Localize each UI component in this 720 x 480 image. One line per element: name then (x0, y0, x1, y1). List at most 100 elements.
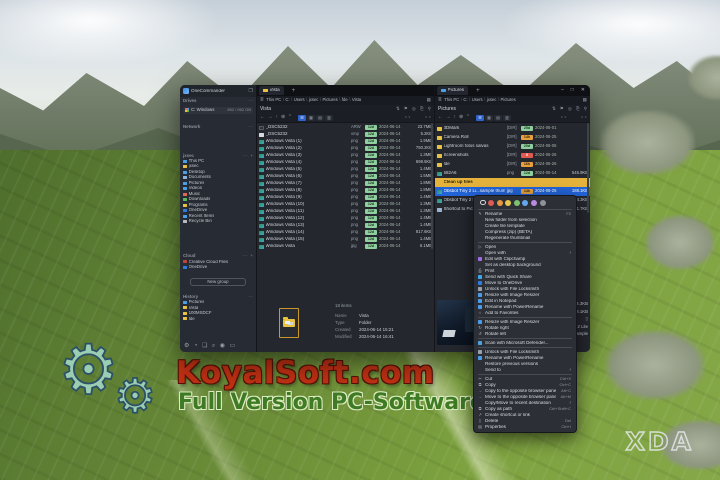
view-list-icon[interactable]: ☰ (476, 115, 485, 121)
tab-vista[interactable]: Vista (259, 86, 284, 95)
tag-color-none[interactable] (480, 199, 486, 206)
breadcrumb-segment[interactable]: Pictures (323, 98, 338, 102)
breadcrumb-segment[interactable]: This PC (266, 98, 281, 102)
file-row[interactable]: Windows Vista (2) png 12d 2024-06-14 750.2KB (257, 145, 434, 152)
back-icon[interactable]: ← (260, 115, 265, 121)
file-row[interactable]: Windows Vista (15) png 12d 2024-06-14 1.4MB (257, 236, 434, 243)
up-icon[interactable]: ↑ (454, 115, 456, 121)
sort-icon[interactable]: ⇅ (552, 107, 556, 112)
up-icon[interactable]: ↑ (276, 115, 278, 121)
sort-caret-date[interactable]: ∧ ∨ (404, 116, 410, 120)
file-row[interactable]: Screenshots [DIR] 0 2024-06-26 (435, 151, 590, 160)
history-menu-icon[interactable]: ⋯ (248, 294, 253, 300)
pin-icon[interactable]: ⚲ (428, 107, 431, 112)
view-list-icon[interactable]: ☰ (298, 115, 307, 121)
breadcrumb-segment[interactable]: Pictures (501, 98, 516, 102)
menu-item-unlock-with-file-locksmith[interactable]: Unlock with File Locksmith (474, 349, 576, 355)
grid-toggle-icon[interactable]: ▦ (583, 98, 587, 103)
sidebar-item-recent-items[interactable]: Recent Items (183, 214, 253, 219)
breadcrumb-segment[interactable]: Users (472, 98, 483, 102)
breadcrumb-segment[interactable]: Users (294, 98, 305, 102)
collapse-icon[interactable]: ⌃ (288, 115, 292, 121)
breadcrumb-segment[interactable]: C: (285, 98, 289, 102)
cloud-menu-icon[interactable]: ⋯ (243, 254, 248, 259)
close-button[interactable]: ✕ (581, 88, 585, 93)
sort-caret-size[interactable]: ∧ ∨ (581, 116, 587, 120)
sidebar-item-creative-cloud-files[interactable]: Creative Cloud Files (183, 259, 253, 264)
menu-item-send-to[interactable]: Send to › (474, 367, 576, 373)
menu-item-create-shortcut-or-link[interactable]: ↗ Create shortcut or link (474, 412, 576, 418)
file-row[interactable]: Windows Vista (3) png 12d 2024-06-14 1.3MB (257, 152, 434, 159)
clean-up-files-row[interactable]: Clean up files (435, 178, 590, 187)
menu-item-create-file-template[interactable]: Create file template (474, 223, 576, 229)
file-row[interactable]: Lightroom fotos salvas [DIR] 20d 2024-06-06 (435, 142, 590, 151)
scrollbar[interactable] (431, 123, 433, 249)
scrollbar[interactable] (587, 123, 589, 213)
sidebar-item-documents[interactable]: Documents (183, 175, 253, 180)
menu-item-open[interactable]: ▷ Open (474, 244, 576, 250)
sidebar-item-programs[interactable]: Programs (183, 203, 253, 208)
tag-color-7[interactable] (539, 199, 546, 206)
new-tab-button[interactable]: + (476, 88, 480, 94)
file-row[interactable]: Windows Vista jpg 12d 2024-06-14 6.1MB (257, 243, 434, 250)
menu-item-rename-with-powerrename[interactable]: Rename with PowerRename (474, 355, 576, 361)
sort-caret-date[interactable]: ∧ ∨ (560, 116, 566, 120)
sort-caret-size[interactable]: ∧ ∨ (425, 116, 431, 120)
menu-item-edit-in-notepad[interactable]: Edit in Notepad (474, 298, 576, 304)
menu-item-move-to-onedrive[interactable]: Move to OneDrive (474, 280, 576, 286)
file-row[interactable]: fde [DIR] 16h 2024-06-26 (435, 160, 590, 169)
menu-item-rename[interactable]: ✎ Rename F2 (474, 211, 576, 217)
tag-color-6[interactable] (531, 199, 538, 206)
maximize-button[interactable]: □ (571, 88, 574, 93)
flag-icon[interactable]: ⚑ (404, 107, 408, 112)
sidebar-item-onedrive[interactable]: OneDrive (183, 265, 253, 270)
new-folder-icon[interactable]: ⊕ (459, 115, 463, 121)
menu-item-properties[interactable]: ▤ Properties Ctrl+I (474, 424, 576, 430)
view-columns-icon[interactable]: ▥ (503, 115, 512, 121)
sidebar-item-recycle-bin[interactable]: Recycle Bin (183, 219, 253, 224)
file-row[interactable]: Windows Vista (13) png 12d 2024-06-14 1.4MB (257, 222, 434, 229)
menu-item-rotate-right[interactable]: ↻ Rotate right (474, 325, 576, 331)
breadcrumb-segment[interactable]: jxsec (309, 98, 319, 102)
new-group-button[interactable]: New group (190, 277, 246, 286)
menu-item-edit-with-clipchamp[interactable]: Edit with Clipchamp (474, 256, 576, 262)
menu-item-compress-zip-beta[interactable]: Compress (zip) (BETA) (474, 229, 576, 235)
sidebar-item-onedrive[interactable]: OneDrive (183, 208, 253, 213)
menu-item-rotate-left[interactable]: ↺ Rotate left (474, 331, 576, 337)
file-row[interactable]: 582A6 png 12d 2024-06-14 545.9KB (435, 169, 590, 178)
file-row[interactable]: Camera Roll [DIR] 14h 2024-06-25 (435, 133, 590, 142)
breadcrumb-segment[interactable]: Vista (352, 98, 361, 102)
file-row[interactable]: Windows Vista (11) png 12d 2024-06-14 1.3MB (257, 208, 434, 215)
file-row[interactable]: Windows Vista (4) png 12d 2024-06-14 698.5KB (257, 159, 434, 166)
grid-toggle-icon[interactable]: ▦ (427, 98, 431, 103)
new-tab-button[interactable]: + (292, 88, 296, 94)
sidebar-item-this-pc[interactable]: This PC (183, 159, 253, 164)
tag-color-2[interactable] (496, 199, 503, 206)
new-folder-icon[interactable]: ⊕ (281, 115, 285, 121)
toggle-layout-icon[interactable]: ❐ (249, 88, 253, 94)
collapse-icon[interactable]: ⌃ (466, 115, 470, 121)
view-grid-icon[interactable]: ▦ (485, 115, 494, 121)
minimize-button[interactable]: – (561, 88, 564, 93)
menu-item-restore-previous-versions[interactable]: Restore previous versions (474, 361, 576, 367)
file-row[interactable]: 3DMark [DIR] 25d 2024-06-01 (435, 124, 590, 133)
file-row[interactable]: Windows Vista (8) png 12d 2024-06-14 1.8MB (257, 187, 434, 194)
tag-color-5[interactable] (522, 199, 529, 206)
clipboard-icon[interactable]: ⎘ (576, 107, 580, 112)
file-row[interactable]: _DSC5232 ARW 12d 2024-06-14 23.7MB (257, 124, 434, 131)
menu-item-new-folder-from-selection[interactable]: New folder from selection (474, 217, 576, 223)
sidebar-item-music[interactable]: Music (183, 192, 253, 197)
sidebar-item-jxsec[interactable]: jxsec (183, 164, 253, 169)
breadcrumb-segment[interactable]: This PC (444, 98, 459, 102)
file-row[interactable]: Windows Vista (7) png 12d 2024-06-14 1.8MB (257, 180, 434, 187)
breadcrumb-segment[interactable]: fde (342, 98, 348, 102)
view-grid-icon[interactable]: ▦ (307, 115, 316, 121)
file-row[interactable]: Windows Vista (14) png 12d 2024-06-14 817.6K… (257, 229, 434, 236)
sidebar-item-downloads[interactable]: Downloads (183, 197, 253, 202)
view-details-icon[interactable]: ▤ (494, 115, 503, 121)
menu-item-add-to-favorites[interactable]: ☆ Add to Favorites (474, 310, 576, 316)
menu-item-print[interactable]: ⎙ Print (474, 268, 576, 274)
flag-icon[interactable]: ⚑ (560, 107, 564, 112)
folder-preview-thumbnail[interactable] (279, 308, 299, 338)
file-row[interactable]: Windows Vista (6) png 12d 2024-06-14 1.5MB (257, 173, 434, 180)
